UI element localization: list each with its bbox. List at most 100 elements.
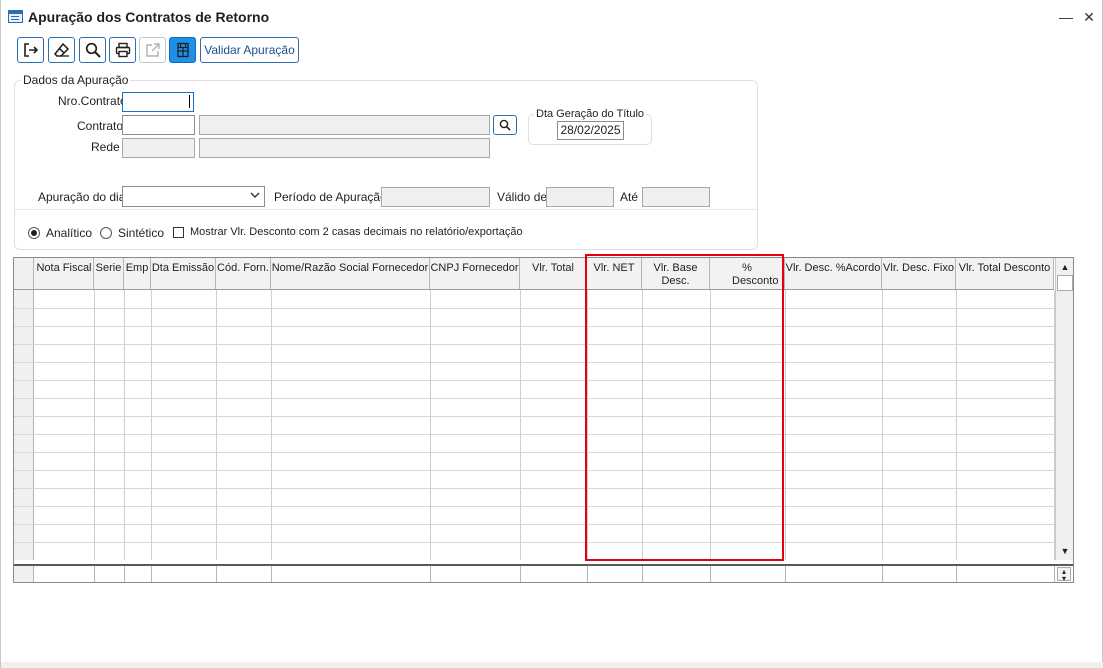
col-serie[interactable]: Serie [94, 258, 124, 289]
grid-col-line [216, 290, 217, 560]
radio-sintetico-label: Sintético [118, 226, 165, 240]
grid-row-line [14, 542, 1054, 543]
col-vlr-desc-fixo[interactable]: Vlr. Desc. Fixo [882, 258, 956, 289]
scroll-thumb[interactable] [1057, 275, 1073, 291]
minimize-button[interactable]: — [1054, 6, 1078, 28]
decimal-checkbox-label: Mostrar Vlr. Desconto com 2 casas decima… [190, 226, 523, 238]
grid-row-line [14, 416, 1054, 417]
totals-col-line [882, 566, 883, 582]
grid-row-line [14, 470, 1054, 471]
totals-col-line [271, 566, 272, 582]
grid-row-line [14, 452, 1054, 453]
status-strip [1, 662, 1103, 668]
col-nome-fornecedor[interactable]: Nome/Razão Social Fornecedor [271, 258, 430, 289]
form-divider [15, 209, 757, 210]
grid-row-line [14, 380, 1054, 381]
grid-col-line [124, 290, 125, 560]
app-window: Apuração dos Contratos de Retorno — ✕ Va… [0, 0, 1103, 668]
window-title: Apuração dos Contratos de Retorno [28, 9, 270, 25]
totals-col-line [710, 566, 711, 582]
grid-col-line [271, 290, 272, 560]
grid-row-line [14, 524, 1054, 525]
search-icon [85, 42, 101, 58]
grid-totals-row: ▴ ▾ [14, 564, 1073, 583]
totals-col-line [151, 566, 152, 582]
grid-col-line [94, 290, 95, 560]
print-button[interactable] [109, 37, 136, 63]
contrato-search-button[interactable] [493, 115, 517, 135]
periodo-label: Período de Apuração [274, 190, 387, 204]
exit-icon [24, 43, 39, 57]
ate-field [642, 187, 710, 207]
validate-button[interactable]: Validar Apuração [200, 37, 299, 63]
valido-de-field [546, 187, 614, 207]
scroll-down-icon[interactable]: ▼ [1058, 544, 1072, 558]
results-grid[interactable]: Nota Fiscal Serie Emp Dta Emissão Cód. F… [13, 257, 1074, 583]
search-icon [499, 119, 511, 131]
totals-col-line [124, 566, 125, 582]
col-vlr-total[interactable]: Vlr. Total [520, 258, 587, 289]
contrato-code-input[interactable] [122, 115, 195, 135]
col-cod-forn[interactable]: Cód. Forn. [216, 258, 271, 289]
totals-col-line [520, 566, 521, 582]
periodo-field [381, 187, 490, 207]
grid-row-line [14, 326, 1054, 327]
grid-col-line [151, 290, 152, 560]
grid-col-line [642, 290, 643, 560]
grid-toggle-button[interactable] [169, 37, 196, 63]
rede-code-field [122, 138, 195, 158]
print-icon [115, 42, 131, 58]
search-button[interactable] [79, 37, 106, 63]
app-window-icon [8, 10, 23, 23]
grid-row-line [14, 488, 1054, 489]
col-cnpj-fornecedor[interactable]: CNPJ Fornecedor [430, 258, 520, 289]
col-vlr-base-desc[interactable]: Vlr. Base Desc. [642, 258, 710, 289]
decimal-checkbox[interactable] [173, 227, 184, 238]
export-button[interactable] [139, 37, 166, 63]
totals-col-line [1054, 566, 1055, 582]
scroll-up-icon[interactable]: ▲ [1058, 260, 1072, 274]
totals-col-line [642, 566, 643, 582]
col-percent-desconto[interactable]: % Desconto [710, 258, 785, 289]
totals-spin-icon[interactable]: ▴ ▾ [1057, 567, 1071, 583]
nro-contrato-input[interactable] [122, 92, 194, 112]
col-dta-emissao[interactable]: Dta Emissão [151, 258, 216, 289]
radio-sintetico[interactable] [100, 227, 112, 239]
grid-col-line [785, 290, 786, 560]
contrato-desc-field [199, 115, 490, 135]
grid-col-line [430, 290, 431, 560]
title-bar: Apuração dos Contratos de Retorno — ✕ [1, 0, 1102, 32]
rede-desc-field [199, 138, 490, 158]
apuracao-dia-label: Apuração do dia [38, 190, 126, 204]
col-vlr-total-desconto[interactable]: Vlr. Total Desconto [956, 258, 1054, 289]
totals-col-line [430, 566, 431, 582]
col-emp[interactable]: Emp [124, 258, 151, 289]
group-title: Dados da Apuração [21, 73, 131, 87]
col-vlr-net[interactable]: Vlr. NET [587, 258, 642, 289]
grid-row-line [14, 308, 1054, 309]
vertical-scrollbar[interactable]: ▲ ▼ [1055, 258, 1073, 560]
rede-label: Rede [91, 140, 120, 154]
radio-analitico[interactable] [28, 227, 40, 239]
grid-row-line [14, 344, 1054, 345]
apuracao-dia-select[interactable] [122, 186, 265, 207]
grid-col-line [520, 290, 521, 560]
col-nota-fiscal[interactable]: Nota Fiscal [35, 258, 94, 289]
clear-button[interactable] [48, 37, 75, 63]
grid-col-line [956, 290, 957, 560]
chevron-down-icon [250, 190, 260, 203]
totals-col-line [956, 566, 957, 582]
nro-contrato-label: Nro.Contrato [58, 94, 127, 108]
dta-geracao-input[interactable]: 28/02/2025 [557, 121, 624, 140]
grid-row-line [14, 398, 1054, 399]
totals-col-line [94, 566, 95, 582]
radio-analitico-label: Analítico [46, 226, 93, 240]
eraser-icon [54, 42, 70, 57]
col-vlr-desc-acordo[interactable]: Vlr. Desc. %Acordo [785, 258, 882, 289]
grid-toggle-icon [177, 42, 189, 58]
grid-header: Nota Fiscal Serie Emp Dta Emissão Cód. F… [14, 258, 1054, 290]
exit-button[interactable] [17, 37, 44, 63]
export-icon [146, 43, 160, 57]
row-selector-column [14, 290, 34, 560]
close-button[interactable]: ✕ [1077, 6, 1101, 28]
